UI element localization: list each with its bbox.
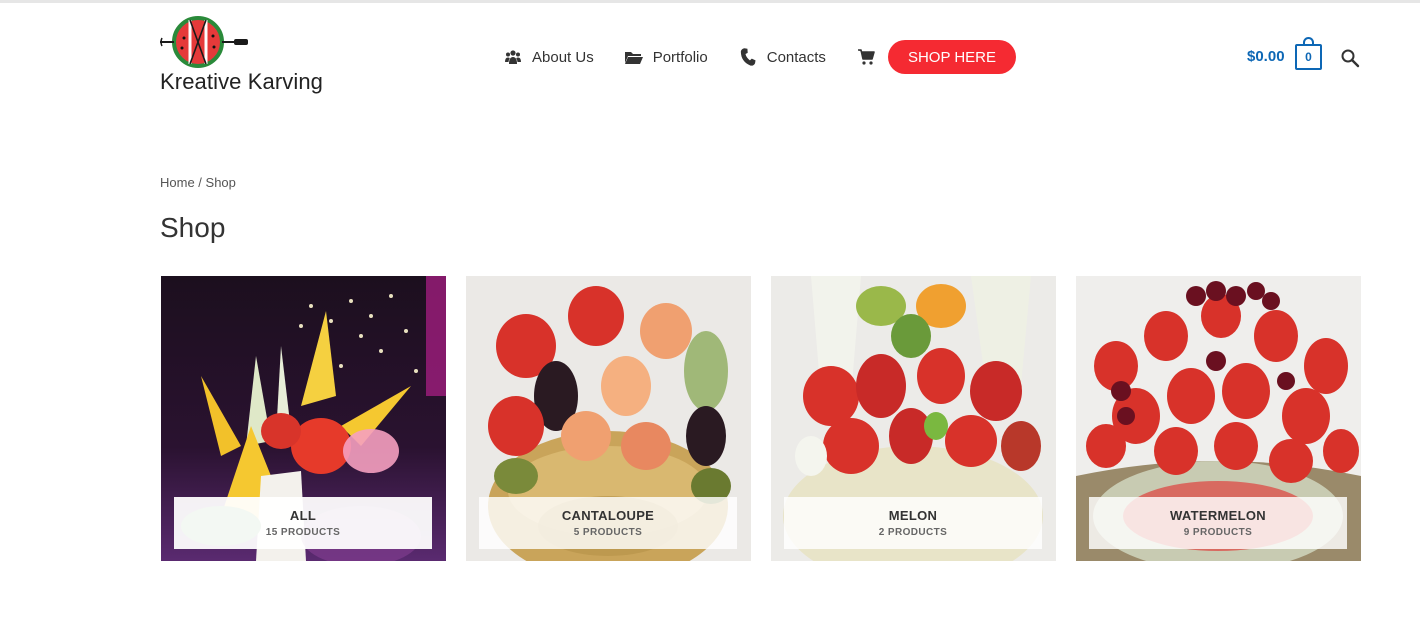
category-label: MELON 2 PRODUCTS <box>784 497 1042 549</box>
category-card-cantaloupe[interactable]: CANTALOUPE 5 PRODUCTS <box>466 276 751 561</box>
nav-label-about-us: About Us <box>532 48 594 66</box>
category-label: ALL 15 PRODUCTS <box>174 497 432 549</box>
category-count: 9 PRODUCTS <box>1183 527 1253 538</box>
category-name: MELON <box>888 508 938 523</box>
category-label: WATERMELON 9 PRODUCTS <box>1089 497 1347 549</box>
category-name: ALL <box>289 508 317 523</box>
category-count: 2 PRODUCTS <box>878 527 948 538</box>
category-count: 5 PRODUCTS <box>573 527 643 538</box>
nav-label-contacts: Contacts <box>766 48 826 66</box>
category-name: CANTALOUPE <box>561 508 655 523</box>
watermelon-knife-logo <box>160 16 248 68</box>
category-grid: ALL 15 PRODUCTS CANTALOUPE 5 PRODUCTS ME… <box>161 276 1381 561</box>
shop-here-button[interactable]: SHOP HERE <box>887 40 1017 74</box>
breadcrumb-home-link[interactable]: Home <box>160 175 195 190</box>
category-count: 15 PRODUCTS <box>265 527 341 538</box>
search-icon[interactable] <box>1340 48 1360 68</box>
breadcrumb: Home / Shop <box>160 175 236 190</box>
cart-total[interactable]: $0.00 <box>1247 48 1285 65</box>
page-title: Shop <box>160 212 226 243</box>
phone-icon <box>738 48 758 66</box>
site-name: Kreative Karving <box>160 69 324 94</box>
category-card-melon[interactable]: MELON 2 PRODUCTS <box>771 276 1056 561</box>
group-icon <box>503 48 523 66</box>
nav-label-portfolio: Portfolio <box>652 48 708 66</box>
breadcrumb-separator: / <box>194 175 206 190</box>
nav-item-about-us[interactable]: About Us <box>503 48 594 66</box>
main-nav: About Us Portfolio Contacts SHOP HERE <box>503 40 1017 74</box>
nav-item-contacts[interactable]: Contacts <box>738 48 826 66</box>
cart-icon[interactable] <box>856 47 876 67</box>
cart-count-badge[interactable]: 0 <box>1295 44 1322 70</box>
category-card-watermelon[interactable]: WATERMELON 9 PRODUCTS <box>1076 276 1361 561</box>
breadcrumb-current: Shop <box>205 175 236 190</box>
category-name: WATERMELON <box>1170 508 1266 523</box>
top-border <box>0 0 1420 3</box>
nav-item-portfolio[interactable]: Portfolio <box>624 48 708 66</box>
category-label: CANTALOUPE 5 PRODUCTS <box>479 497 737 549</box>
folder-icon <box>624 48 644 66</box>
category-card-all[interactable]: ALL 15 PRODUCTS <box>161 276 446 561</box>
